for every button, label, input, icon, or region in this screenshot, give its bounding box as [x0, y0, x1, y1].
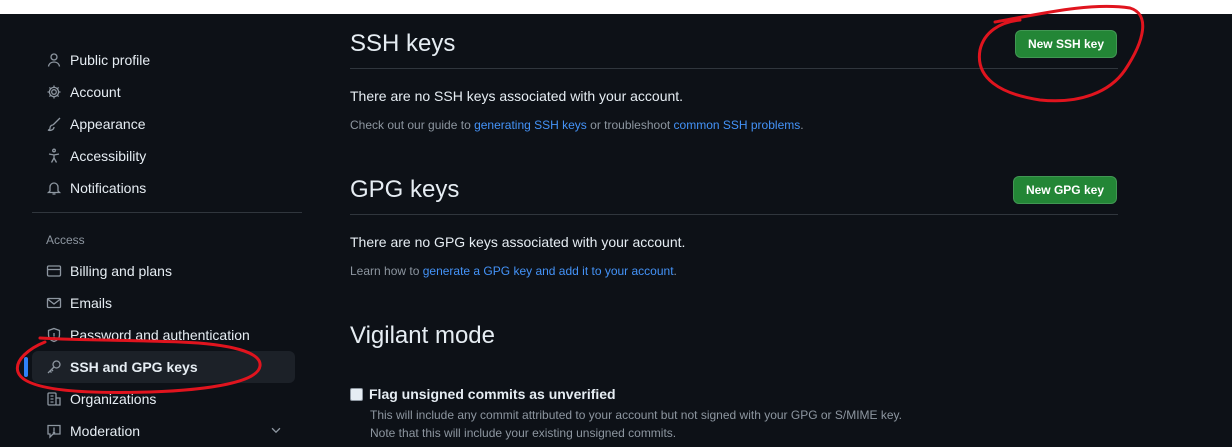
sidebar-item-label: Public profile [70, 52, 151, 68]
gpg-keys-section: GPG keys New GPG key There are no GPG ke… [350, 176, 1118, 278]
new-ssh-key-button[interactable]: New SSH key [1014, 30, 1117, 58]
ssh-keys-header: SSH keys New SSH key [350, 30, 1118, 69]
sidebar-item-label: Appearance [70, 116, 146, 132]
sidebar-item-label: Accessibility [70, 148, 147, 164]
flag-unsigned-checkbox[interactable] [350, 387, 363, 401]
gpg-empty-message: There are no GPG keys associated with yo… [350, 234, 686, 250]
sidebar-heading-access: Access [46, 233, 85, 247]
paintbrush-icon [46, 116, 62, 132]
sidebar-item-label: Billing and plans [70, 263, 172, 279]
common-ssh-problems-link[interactable]: common SSH problems [674, 118, 801, 132]
sidebar-item-label: Password and authentication [70, 327, 250, 343]
ssh-guide-suffix: . [800, 118, 804, 132]
chevron-down-icon[interactable] [269, 423, 283, 440]
mail-icon [46, 295, 62, 311]
sidebar-item-label: Account [70, 84, 121, 100]
sidebar-item-label: Moderation [70, 423, 141, 439]
top-window-strip [0, 0, 1232, 14]
sidebar-item-password-authentication[interactable]: Password and authentication [32, 319, 295, 351]
credit-card-icon [46, 263, 62, 279]
shield-icon [46, 327, 62, 343]
gpg-learn-note: Learn how to generate a GPG key and add … [350, 264, 1118, 278]
key-icon [46, 359, 62, 375]
gpg-keys-header: GPG keys New GPG key [350, 176, 1118, 215]
ssh-guide-middle: or troubleshoot [586, 118, 674, 132]
sidebar-item-moderation[interactable]: Moderation [32, 415, 295, 447]
generating-ssh-keys-link[interactable]: generating SSH keys [474, 118, 587, 132]
main-content: SSH keys New SSH key There are no SSH ke… [350, 30, 1118, 442]
bell-icon [46, 180, 62, 196]
sidebar-item-public-profile[interactable]: Public profile [32, 44, 295, 76]
gpg-learn-suffix: . [673, 264, 677, 278]
flag-unsigned-row: Flag unsigned commits as unverified [350, 386, 1118, 402]
sidebar-item-notifications[interactable]: Notifications [32, 172, 295, 204]
ssh-keys-title: SSH keys [350, 30, 456, 57]
sidebar-item-accessibility[interactable]: Accessibility [32, 140, 295, 172]
sidebar-divider [32, 212, 302, 213]
sidebar-item-label: Organizations [70, 391, 157, 407]
sidebar-item-account[interactable]: Account [32, 76, 295, 108]
vigilant-mode-header: Vigilant mode [350, 322, 1118, 350]
gpg-keys-title: GPG keys [350, 176, 460, 203]
organization-icon [46, 391, 62, 407]
ssh-guide-note: Check out our guide to generating SSH ke… [350, 118, 1118, 132]
sidebar-item-label: Emails [70, 295, 113, 311]
gpg-learn-prefix: Learn how to [350, 264, 423, 278]
accessibility-icon [46, 148, 62, 164]
flag-unsigned-desc-line2: Note that this will include your existin… [370, 426, 677, 440]
flag-unsigned-label[interactable]: Flag unsigned commits as unverified [369, 386, 616, 402]
ssh-empty-message: There are no SSH keys associated with yo… [350, 88, 684, 104]
ssh-keys-section: SSH keys New SSH key There are no SSH ke… [350, 30, 1118, 132]
sidebar-item-emails[interactable]: Emails [32, 287, 295, 319]
settings-sidebar: Public profile Account Appearance Access… [24, 44, 302, 447]
sidebar-item-appearance[interactable]: Appearance [32, 108, 295, 140]
gear-icon [46, 84, 62, 100]
ssh-guide-prefix: Check out our guide to [350, 118, 475, 132]
sidebar-item-ssh-gpg-keys[interactable]: SSH and GPG keys [24, 351, 295, 383]
flag-unsigned-desc-line1: This will include any commit attributed … [370, 408, 903, 422]
new-gpg-key-button[interactable]: New GPG key [1012, 176, 1117, 204]
person-icon [46, 52, 62, 68]
generate-gpg-key-link[interactable]: generate a GPG key and add it to your ac… [423, 264, 674, 278]
sidebar-item-organizations[interactable]: Organizations [32, 383, 295, 415]
flag-unsigned-description: This will include any commit attributed … [370, 406, 1118, 442]
vigilant-mode-section: Vigilant mode Flag unsigned commits as u… [350, 322, 1118, 442]
sidebar-item-label: Notifications [70, 180, 147, 196]
sidebar-item-label: SSH and GPG keys [70, 359, 198, 375]
report-icon [46, 423, 62, 439]
sidebar-item-billing[interactable]: Billing and plans [32, 255, 295, 287]
vigilant-mode-title: Vigilant mode [350, 322, 495, 349]
